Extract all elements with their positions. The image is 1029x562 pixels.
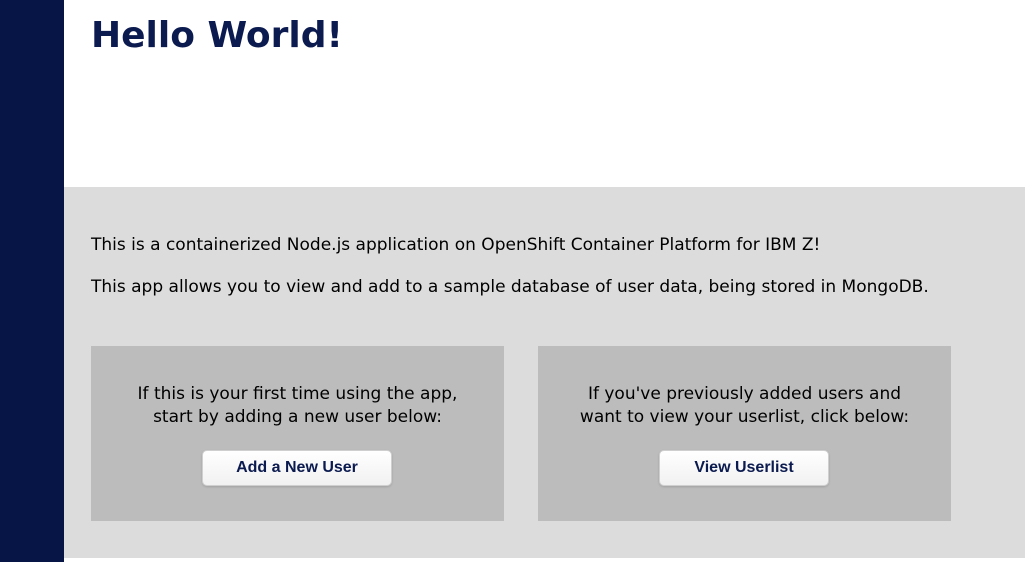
add-new-user-button[interactable]: Add a New User xyxy=(202,450,392,486)
intro-text-1: This is a containerized Node.js applicat… xyxy=(91,235,821,255)
add-user-card-text: If this is your first time using the app… xyxy=(91,383,504,429)
add-user-card-text-line-1: If this is your first time using the app… xyxy=(137,384,458,404)
view-userlist-card-text: If you've previously added users and wan… xyxy=(538,383,951,429)
add-user-card: If this is your first time using the app… xyxy=(91,346,504,521)
page: Hello World! This is a containerized Nod… xyxy=(0,0,1029,562)
page-title: Hello World! xyxy=(91,15,343,56)
sidebar xyxy=(0,0,64,562)
content-panel: This is a containerized Node.js applicat… xyxy=(64,187,1025,558)
intro-text-2: This app allows you to view and add to a… xyxy=(91,277,929,297)
view-userlist-card-text-line-2: want to view your userlist, click below: xyxy=(579,407,910,427)
view-userlist-card-text-line-1: If you've previously added users and xyxy=(587,384,902,404)
view-userlist-card: If you've previously added users and wan… xyxy=(538,346,951,521)
view-userlist-button[interactable]: View Userlist xyxy=(659,450,829,486)
add-user-card-text-line-2: start by adding a new user below: xyxy=(153,407,442,427)
